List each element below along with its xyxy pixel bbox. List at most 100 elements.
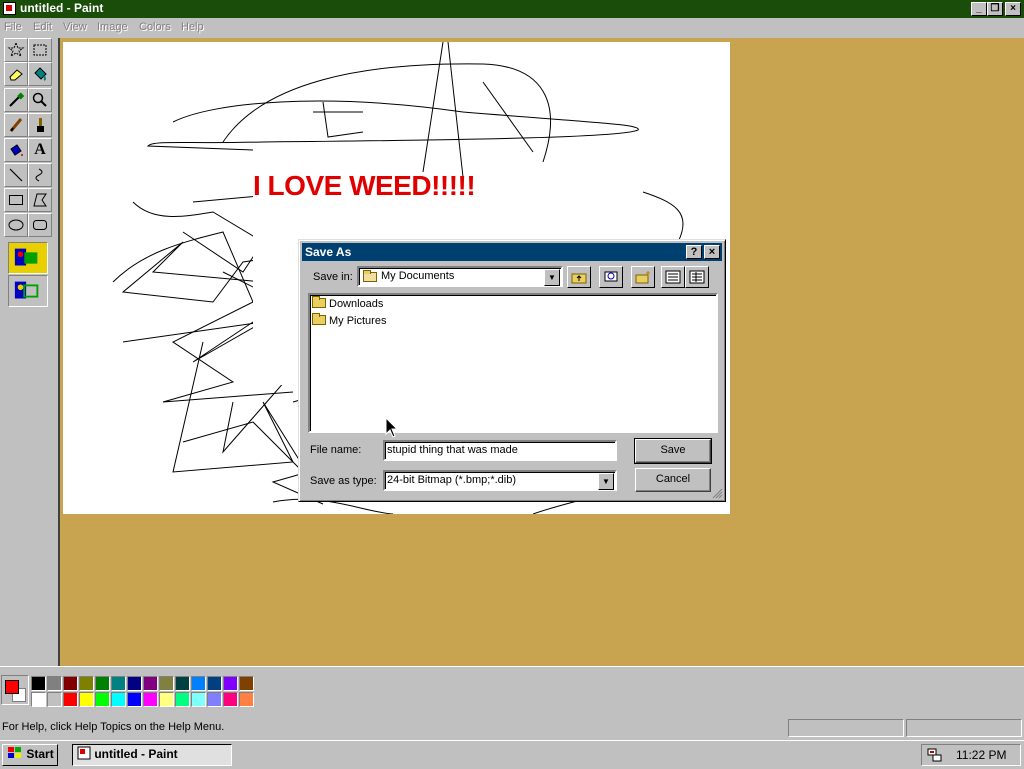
dialog-close-button[interactable]: × bbox=[704, 245, 720, 259]
brush-tool[interactable] bbox=[28, 113, 52, 137]
start-button[interactable]: Start bbox=[2, 744, 58, 766]
eraser-tool[interactable] bbox=[4, 62, 28, 86]
tool-option-transparent-off[interactable] bbox=[8, 242, 48, 274]
menu-bar: File Edit View Image Colors Help bbox=[0, 18, 1024, 38]
details-view-icon bbox=[689, 270, 705, 284]
list-view-icon bbox=[665, 270, 681, 284]
file-name-label: File name: bbox=[310, 444, 362, 456]
menu-help[interactable]: Help bbox=[181, 21, 204, 33]
tool-option-transparent-on[interactable] bbox=[8, 275, 48, 307]
foreground-color-swatch[interactable] bbox=[5, 680, 19, 694]
menu-colors[interactable]: Colors bbox=[139, 21, 171, 33]
taskbar-item-paint[interactable]: untitled - Paint bbox=[72, 744, 232, 766]
star-select-icon bbox=[7, 41, 25, 58]
dialog-title-bar[interactable]: Save As ? × bbox=[302, 243, 722, 261]
color-swatch[interactable] bbox=[63, 692, 78, 707]
save-type-dropdown[interactable]: 24-bit Bitmap (*.bmp;*.dib) ▼ bbox=[383, 470, 617, 491]
chevron-down-icon[interactable]: ▼ bbox=[598, 473, 614, 490]
list-item[interactable]: Downloads bbox=[312, 296, 383, 310]
color-swatch[interactable] bbox=[127, 692, 142, 707]
desktop-button[interactable] bbox=[599, 266, 623, 288]
restore-button[interactable]: ❐ bbox=[987, 2, 1003, 16]
color-swatch[interactable] bbox=[239, 676, 254, 691]
color-swatch[interactable] bbox=[191, 692, 206, 707]
color-swatch[interactable] bbox=[159, 676, 174, 691]
polygon-tool[interactable] bbox=[28, 188, 52, 212]
list-view-button[interactable] bbox=[661, 266, 685, 288]
color-swatch[interactable] bbox=[191, 676, 206, 691]
fill-tool[interactable] bbox=[28, 62, 52, 86]
network-icon[interactable] bbox=[927, 747, 943, 763]
color-swatch[interactable] bbox=[175, 692, 190, 707]
file-list[interactable]: Downloads My Pictures bbox=[308, 293, 718, 433]
color-swatch[interactable] bbox=[95, 692, 110, 707]
menu-file[interactable]: File bbox=[4, 21, 22, 33]
canvas-text: I LOVE WEED!!!!! bbox=[253, 170, 476, 201]
up-folder-icon bbox=[571, 273, 587, 284]
color-swatch[interactable] bbox=[175, 676, 190, 691]
brush-icon bbox=[37, 118, 44, 132]
rounded-rect-tool[interactable] bbox=[28, 213, 52, 237]
resize-grip-icon[interactable] bbox=[711, 487, 723, 499]
color-swatch[interactable] bbox=[223, 692, 238, 707]
color-picker-tool[interactable] bbox=[4, 88, 28, 112]
save-button[interactable]: Save bbox=[634, 438, 712, 464]
color-swatch[interactable] bbox=[111, 676, 126, 691]
desktop-icon bbox=[604, 271, 618, 282]
free-select-tool[interactable] bbox=[4, 38, 28, 62]
color-swatch[interactable] bbox=[95, 676, 110, 691]
ellipse-icon bbox=[8, 219, 24, 231]
folder-icon bbox=[312, 296, 326, 308]
color-swatch[interactable] bbox=[207, 676, 222, 691]
file-name-input[interactable]: stupid thing that was made bbox=[383, 440, 617, 461]
menu-view[interactable]: View bbox=[63, 21, 87, 33]
color-swatch[interactable] bbox=[111, 692, 126, 707]
polygon-icon bbox=[33, 193, 47, 207]
color-swatch[interactable] bbox=[79, 692, 94, 707]
rectangle-tool[interactable] bbox=[4, 188, 28, 212]
taskbar: Start untitled - Paint 11:22 PM bbox=[0, 740, 1024, 769]
close-button[interactable]: × bbox=[1005, 2, 1021, 16]
color-swatch[interactable] bbox=[207, 692, 222, 707]
rect-select-icon bbox=[33, 44, 47, 56]
color-swatch[interactable] bbox=[239, 692, 254, 707]
status-bar: For Help, click Help Topics on the Help … bbox=[0, 716, 1024, 740]
color-swatch[interactable] bbox=[63, 676, 78, 691]
ellipse-tool[interactable] bbox=[4, 213, 28, 237]
paint-app-icon[interactable] bbox=[3, 2, 16, 15]
airbrush-tool[interactable] bbox=[4, 138, 28, 162]
color-swatch[interactable] bbox=[47, 692, 62, 707]
new-folder-icon bbox=[635, 271, 650, 284]
menu-edit[interactable]: Edit bbox=[33, 21, 52, 33]
color-swatch[interactable] bbox=[79, 676, 94, 691]
color-swatch[interactable] bbox=[127, 676, 142, 691]
cancel-button[interactable]: Cancel bbox=[635, 468, 711, 492]
magnifier-tool[interactable] bbox=[28, 88, 52, 112]
new-folder-button[interactable] bbox=[631, 266, 655, 288]
list-item[interactable]: My Pictures bbox=[312, 313, 386, 327]
windows-logo-icon bbox=[8, 747, 21, 758]
color-swatch[interactable] bbox=[31, 692, 46, 707]
color-swatch[interactable] bbox=[223, 676, 238, 691]
pencil-tool[interactable] bbox=[4, 113, 28, 137]
save-in-dropdown[interactable]: My Documents ▼ bbox=[357, 266, 563, 287]
line-tool[interactable] bbox=[4, 163, 28, 187]
menu-image[interactable]: Image bbox=[97, 21, 128, 33]
title-bar[interactable]: untitled - Paint _ ❐ × bbox=[0, 0, 1024, 18]
details-view-button[interactable] bbox=[685, 266, 709, 288]
curve-tool[interactable] bbox=[28, 163, 52, 187]
color-swatch[interactable] bbox=[143, 676, 158, 691]
minimize-button[interactable]: _ bbox=[971, 2, 987, 16]
up-one-level-button[interactable] bbox=[567, 266, 591, 288]
current-colors[interactable] bbox=[1, 675, 29, 705]
color-swatch[interactable] bbox=[159, 692, 174, 707]
airbrush-icon bbox=[10, 144, 23, 156]
rect-select-tool[interactable] bbox=[28, 38, 52, 62]
color-swatch[interactable] bbox=[31, 676, 46, 691]
dialog-help-button[interactable]: ? bbox=[686, 245, 702, 259]
color-swatch[interactable] bbox=[143, 692, 158, 707]
color-swatch[interactable] bbox=[47, 676, 62, 691]
text-tool[interactable]: A bbox=[28, 138, 52, 162]
chevron-down-icon[interactable]: ▼ bbox=[544, 269, 560, 286]
line-icon bbox=[9, 168, 23, 182]
